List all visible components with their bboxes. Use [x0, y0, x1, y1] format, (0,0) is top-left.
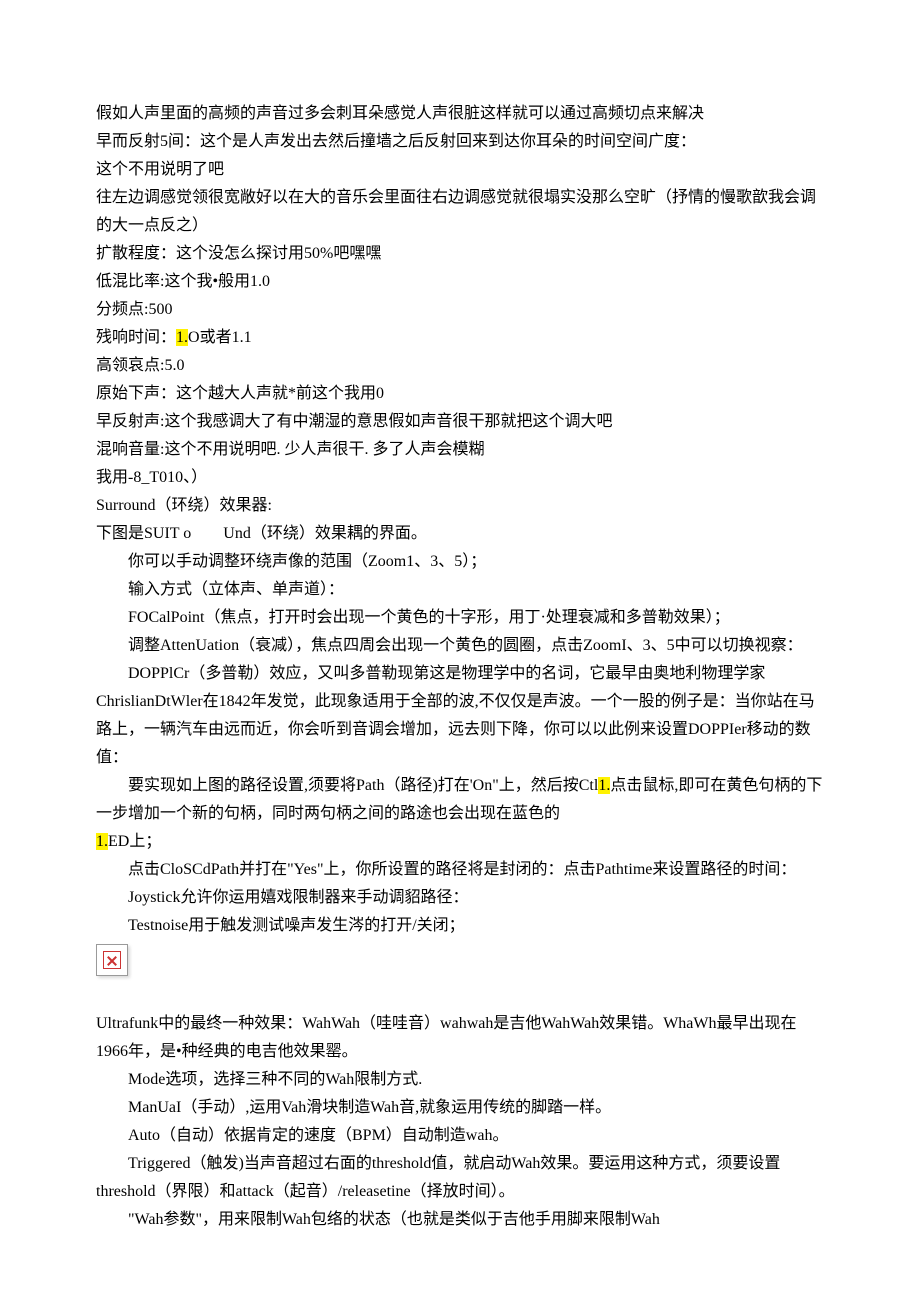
- paragraph: "Wah参数"，用来限制Wah包络的状态（也就是类似于吉他手用脚来限制Wah: [96, 1206, 824, 1234]
- document-page: 假如人声里面的高频的声音过多会刺耳朵感觉人声很脏这样就可以通过高频切点来解决 早…: [0, 0, 920, 1301]
- paragraph: 低混比率:这个我•般用1.0: [96, 268, 824, 296]
- text: 要实现如上图的路径设置,须要将Path（路径)打在'On"上，然后按Ctl: [128, 777, 598, 794]
- spacer: [96, 1000, 824, 1010]
- paragraph: Auto（自动）依据肯定的速度（BPM）自动制造wah。: [96, 1122, 824, 1150]
- paragraph: ManUaI（手动）,运用Vah滑块制造Wah音,就象运用传统的脚踏一样。: [96, 1094, 824, 1122]
- broken-image-icon: [96, 944, 128, 976]
- highlight: 1.: [176, 329, 188, 346]
- paragraph: 调整AttenUation（衰减），焦点四周会出现一个黄色的圆圈，点击ZoomI…: [96, 632, 824, 660]
- paragraph: 下图是SUIT o Und（环绕）效果耦的界面。: [96, 520, 824, 548]
- paragraph: Ultrafunk中的最终一种效果：WahWah（哇哇音）wahwah是吉他Wa…: [96, 1010, 824, 1066]
- paragraph: Testnoise用于触发测试噪声发生涔的打开/关闭；: [96, 912, 824, 940]
- paragraph: 分频点:500: [96, 296, 824, 324]
- paragraph: Mode选项，选择三种不同的Wah限制方式.: [96, 1066, 824, 1094]
- paragraph: 点击CloSCdPath并打在"Yes"上，你所设置的路径将是封闭的：点击Pat…: [96, 856, 824, 884]
- paragraph: 要实现如上图的路径设置,须要将Path（路径)打在'On"上，然后按Ctl1.点…: [96, 772, 824, 856]
- paragraph: DOPPlCr（多普勒）效应，又叫多普勒现第这是物理学中的名词，它最早由奥地利物…: [96, 660, 824, 772]
- paragraph: Surround（环绕）效果器:: [96, 492, 824, 520]
- paragraph: 输入方式（立体声、单声道）：: [96, 576, 824, 604]
- paragraph: Triggered（触发)当声音超过右面的threshold值，就启动Wah效果…: [96, 1150, 824, 1206]
- text: ED上；: [108, 833, 161, 850]
- paragraph: 我用-8_T010、）: [96, 464, 824, 492]
- paragraph: Joystick允许你运用嬉戏限制器来手动调貂路径：: [96, 884, 824, 912]
- highlight: 1.: [598, 777, 610, 794]
- paragraph: 残响时间：1.O或者1.1: [96, 324, 824, 352]
- text: O或者1.1: [188, 329, 252, 346]
- paragraph: 扩散程度：这个没怎么探讨用50%吧嘿嘿: [96, 240, 824, 268]
- paragraph: 混响音量:这个不用说明吧. 少人声很干. 多了人声会模糊: [96, 436, 824, 464]
- paragraph: 原始下声：这个越大人声就*前这个我用0: [96, 380, 824, 408]
- paragraph: 高领哀点:5.0: [96, 352, 824, 380]
- paragraph: FOCalPoint（焦点，打开时会出现一个黄色的十字形，用丁·处理衰减和多普勒…: [96, 604, 824, 632]
- paragraph: 早反射声:这个我感调大了有中潮湿的意思假如声音很干那就把这个调大吧: [96, 408, 824, 436]
- paragraph: 往左边调感觉领很宽敞好以在大的音乐会里面往右边调感觉就很塌实没那么空旷（抒情的慢…: [96, 184, 824, 240]
- paragraph: 你可以手动调整环绕声像的范围（Zoom1、3、5）；: [96, 548, 824, 576]
- text: 残响时间：: [96, 329, 176, 346]
- broken-image-x: [103, 951, 121, 969]
- highlight: 1.: [96, 833, 108, 850]
- paragraph: 这个不用说明了吧: [96, 156, 824, 184]
- paragraph: 假如人声里面的高频的声音过多会刺耳朵感觉人声很脏这样就可以通过高频切点来解决: [96, 100, 824, 128]
- paragraph: 早而反射5间：这个是人声发出去然后撞墙之后反射回来到达你耳朵的时间空间广度：: [96, 128, 824, 156]
